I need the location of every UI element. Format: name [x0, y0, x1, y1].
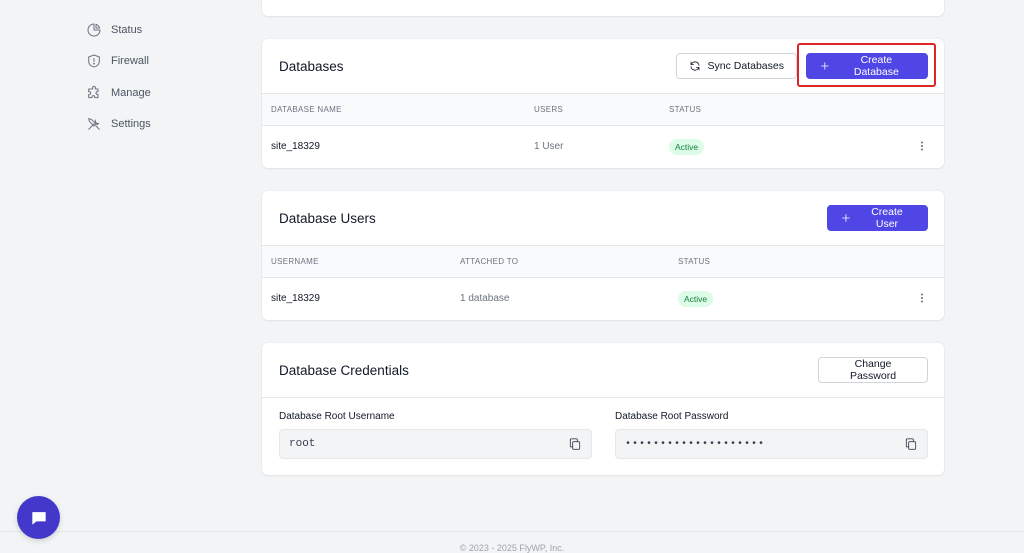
refresh-icon	[690, 61, 699, 71]
root-password-field: ••••••••••••••••••••	[615, 429, 928, 459]
sidebar-item-label: Manage	[111, 86, 151, 99]
root-username-field: root	[279, 429, 592, 459]
root-username-label: Database Root Username	[279, 411, 395, 422]
database-users-header: Database Users Create User	[262, 191, 944, 245]
database-users-table: USERNAME ATTACHED TO STATUS site_18329 1…	[262, 245, 944, 320]
root-username-value: root	[289, 438, 316, 450]
column-header: DATABASE NAME	[271, 105, 342, 114]
root-password-value: ••••••••••••••••••••	[625, 438, 766, 450]
databases-title: Databases	[279, 58, 344, 74]
tools-icon	[86, 116, 102, 132]
create-database-button[interactable]: Create Database	[806, 53, 928, 79]
table-row: site_18329 1 User Active	[262, 126, 944, 168]
database-name: site_18329	[271, 141, 320, 153]
sidebar-item-firewall[interactable]: Firewall	[86, 46, 236, 78]
shield-icon	[86, 53, 102, 69]
credentials-title: Database Credentials	[279, 362, 409, 378]
footer-divider	[0, 531, 1024, 532]
chat-launcher-button[interactable]	[17, 496, 60, 539]
column-header: USERS	[534, 105, 564, 114]
sync-databases-label: Sync Databases	[707, 60, 784, 72]
root-username-group: Database Root Username root	[279, 411, 592, 459]
sidebar: Status Firewall Manage Settings	[86, 14, 236, 140]
sidebar-item-settings[interactable]: Settings	[86, 109, 236, 141]
root-password-group: Database Root Password •••••••••••••••••…	[615, 411, 928, 459]
column-header: ATTACHED TO	[460, 257, 519, 266]
attached-to: 1 database	[460, 293, 510, 305]
status-badge: Active	[669, 138, 705, 155]
column-header: STATUS	[669, 105, 702, 114]
username: site_18329	[271, 293, 320, 305]
databases-card: Databases Sync Databases Create Database…	[262, 39, 944, 168]
pie-chart-icon	[86, 22, 102, 38]
row-menu-button[interactable]	[914, 290, 930, 306]
footer-copyright: © 2023 - 2025 FlyWP, Inc.	[459, 543, 565, 553]
status-badge: Active	[678, 290, 714, 307]
create-user-button[interactable]: Create User	[827, 205, 928, 231]
sync-databases-button[interactable]: Sync Databases	[675, 53, 797, 79]
sidebar-item-label: Firewall	[111, 55, 149, 68]
column-header: USERNAME	[271, 257, 319, 266]
column-header: STATUS	[678, 257, 711, 266]
copy-password-button[interactable]	[903, 436, 919, 452]
credentials-header: Database Credentials Change Password	[262, 343, 944, 397]
copy-username-button[interactable]	[567, 436, 583, 452]
sidebar-item-label: Settings	[111, 118, 151, 131]
create-user-label: Create User	[871, 206, 903, 230]
sidebar-item-label: Status	[111, 23, 143, 36]
create-database-label: Create Database	[853, 54, 899, 78]
table-row: site_18329 1 database Active	[262, 278, 944, 320]
row-menu-button[interactable]	[914, 138, 930, 154]
database-credentials-card: Database Credentials Change Password Dat…	[262, 343, 944, 475]
database-users-count: 1 User	[534, 141, 564, 153]
database-users-title: Database Users	[279, 210, 376, 226]
copy-icon	[569, 438, 581, 450]
more-vertical-icon	[921, 293, 923, 303]
plus-icon	[821, 62, 829, 70]
copy-icon	[905, 438, 917, 450]
database-users-card: Database Users Create User USERNAME ATTA…	[262, 191, 944, 320]
change-password-button[interactable]: Change Password	[818, 357, 928, 383]
sidebar-item-status[interactable]: Status	[86, 14, 236, 46]
chat-icon	[31, 511, 46, 525]
puzzle-icon	[86, 85, 102, 101]
databases-table: DATABASE NAME USERS STATUS site_18329 1 …	[262, 93, 944, 168]
plus-icon	[842, 214, 850, 222]
root-password-label: Database Root Password	[615, 411, 729, 422]
previous-card	[262, 0, 944, 16]
databases-header: Databases Sync Databases Create Database	[262, 39, 944, 93]
sidebar-item-manage[interactable]: Manage	[86, 77, 236, 109]
more-vertical-icon	[921, 141, 923, 151]
